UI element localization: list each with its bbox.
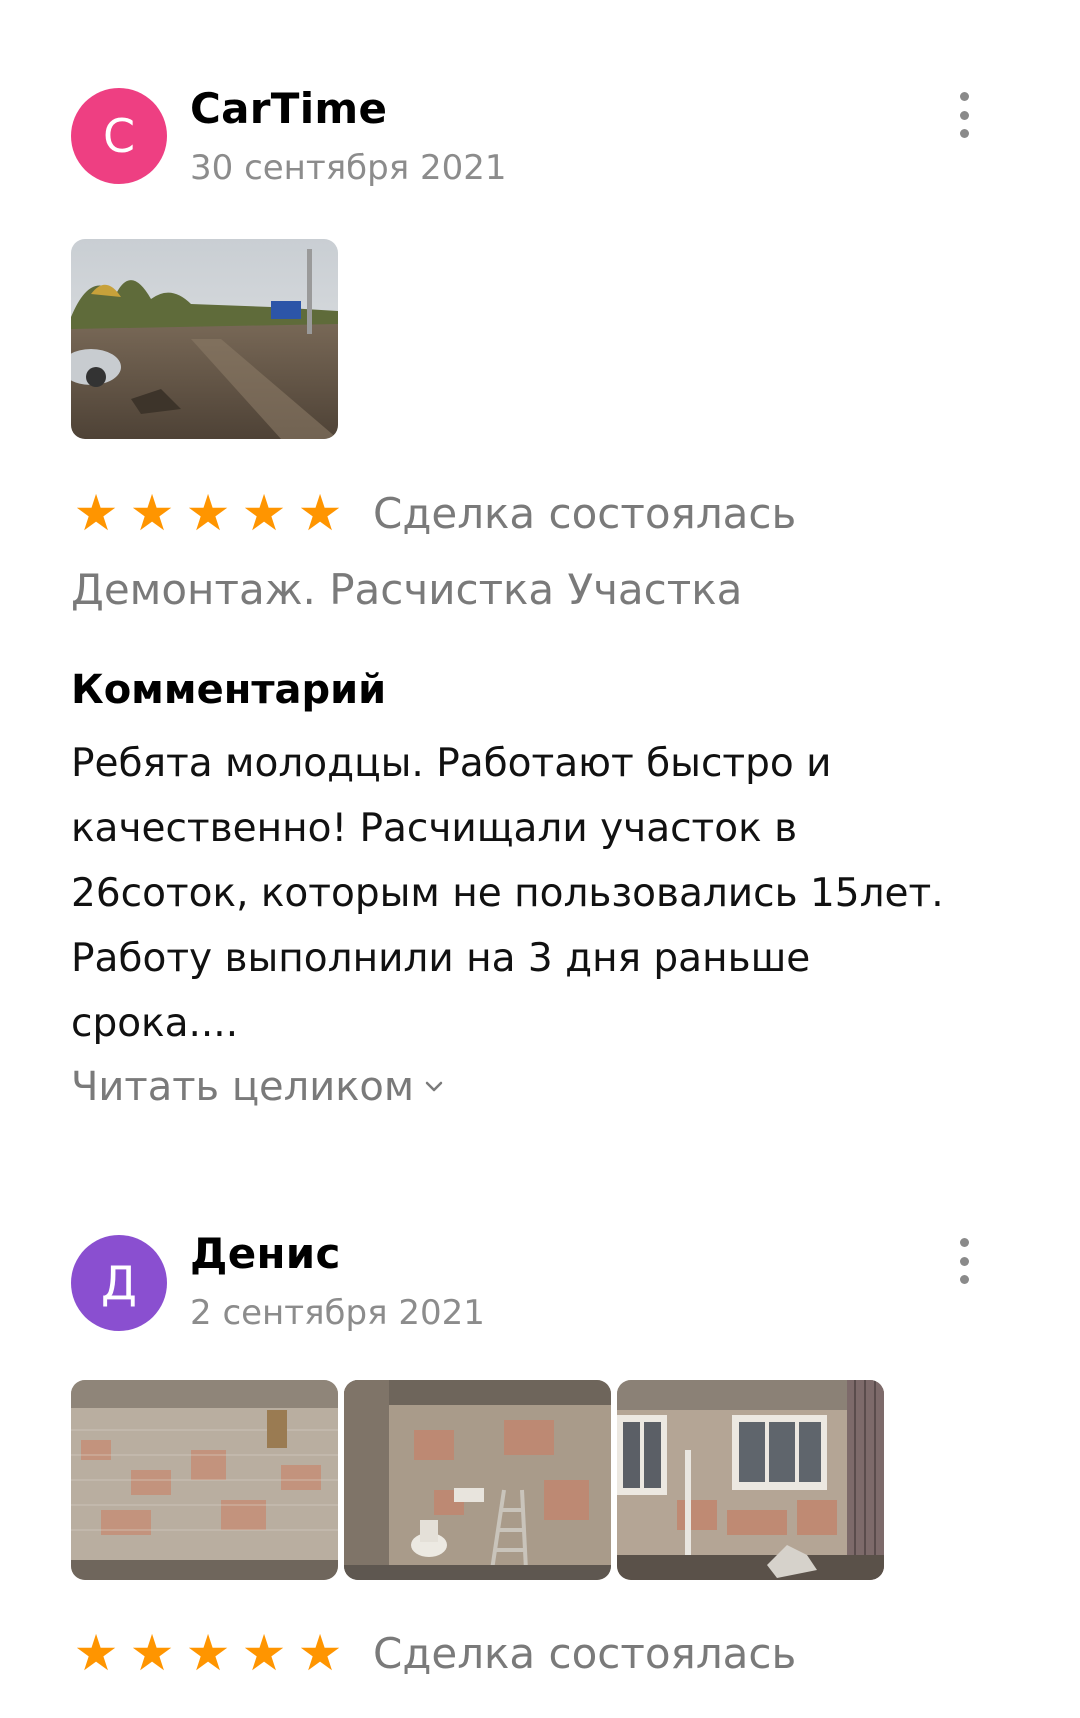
review-date: 30 сентября 2021 xyxy=(190,148,507,188)
more-dot xyxy=(959,110,969,120)
more-dot xyxy=(959,129,969,138)
bathroom-demolition-photo xyxy=(344,1380,611,1580)
deal-status: Сделка состоялась xyxy=(373,1628,797,1678)
star-icon: ★ xyxy=(129,484,175,542)
review-photos xyxy=(71,239,338,439)
star-rating: ★ ★ ★ ★ ★ xyxy=(71,488,345,538)
photo-thumbnail[interactable] xyxy=(344,1380,611,1580)
avatar[interactable]: Д xyxy=(71,1235,167,1331)
comment-line: Ребята молодцы. Работают быстро и xyxy=(71,741,832,786)
demolished-wall-photo xyxy=(71,1380,338,1580)
star-icon: ★ xyxy=(185,484,231,542)
room-windows-photo xyxy=(617,1380,884,1580)
rating-row: ★ ★ ★ ★ ★ Сделка состоялась xyxy=(71,488,797,538)
more-dot xyxy=(959,1256,969,1266)
photo-thumbnail[interactable] xyxy=(71,239,338,439)
star-icon: ★ xyxy=(241,484,287,542)
photo-thumbnail[interactable] xyxy=(71,1380,338,1580)
comment-line: Работу выполнили на 3 дня раньше xyxy=(71,936,811,981)
more-vertical-icon xyxy=(959,92,969,101)
star-icon: ★ xyxy=(297,1624,343,1682)
more-dot xyxy=(959,1275,969,1284)
author-name[interactable]: CarTime xyxy=(190,84,387,133)
rating-row: ★ ★ ★ ★ ★ Сделка состоялась xyxy=(71,1628,797,1678)
more-options-button[interactable] xyxy=(948,92,980,138)
more-options-button[interactable] xyxy=(948,1238,980,1284)
more-vertical-icon xyxy=(959,1238,969,1247)
chevron-down-icon xyxy=(425,1081,443,1092)
author-name[interactable]: Денис xyxy=(190,1229,341,1278)
photo-thumbnail[interactable] xyxy=(617,1380,884,1580)
comment-text: Ребята молодцы. Работают быстро и качест… xyxy=(71,731,1031,1056)
read-more-label: Читать целиком xyxy=(71,1064,415,1110)
star-icon: ★ xyxy=(129,1624,175,1682)
review-date: 2 сентября 2021 xyxy=(190,1293,485,1333)
land-clearing-photo xyxy=(71,239,338,439)
star-icon: ★ xyxy=(73,1624,119,1682)
review-photos xyxy=(71,1380,884,1580)
comment-heading: Комментарий xyxy=(71,667,387,713)
service-name: Демонтаж. Расчистка Участка xyxy=(71,565,743,614)
star-icon: ★ xyxy=(185,1624,231,1682)
comment-line: срока.... xyxy=(71,1001,239,1046)
star-icon: ★ xyxy=(241,1624,287,1682)
deal-status: Сделка состоялась xyxy=(373,488,797,538)
star-rating: ★ ★ ★ ★ ★ xyxy=(71,1628,345,1678)
avatar[interactable]: C xyxy=(71,88,167,184)
star-icon: ★ xyxy=(297,484,343,542)
read-more-link[interactable]: Читать целиком xyxy=(71,1064,444,1110)
comment-line: 26соток, которым не пользовались 15лет. xyxy=(71,871,944,916)
comment-line: качественно! Расчищали участок в xyxy=(71,806,798,851)
star-icon: ★ xyxy=(73,484,119,542)
